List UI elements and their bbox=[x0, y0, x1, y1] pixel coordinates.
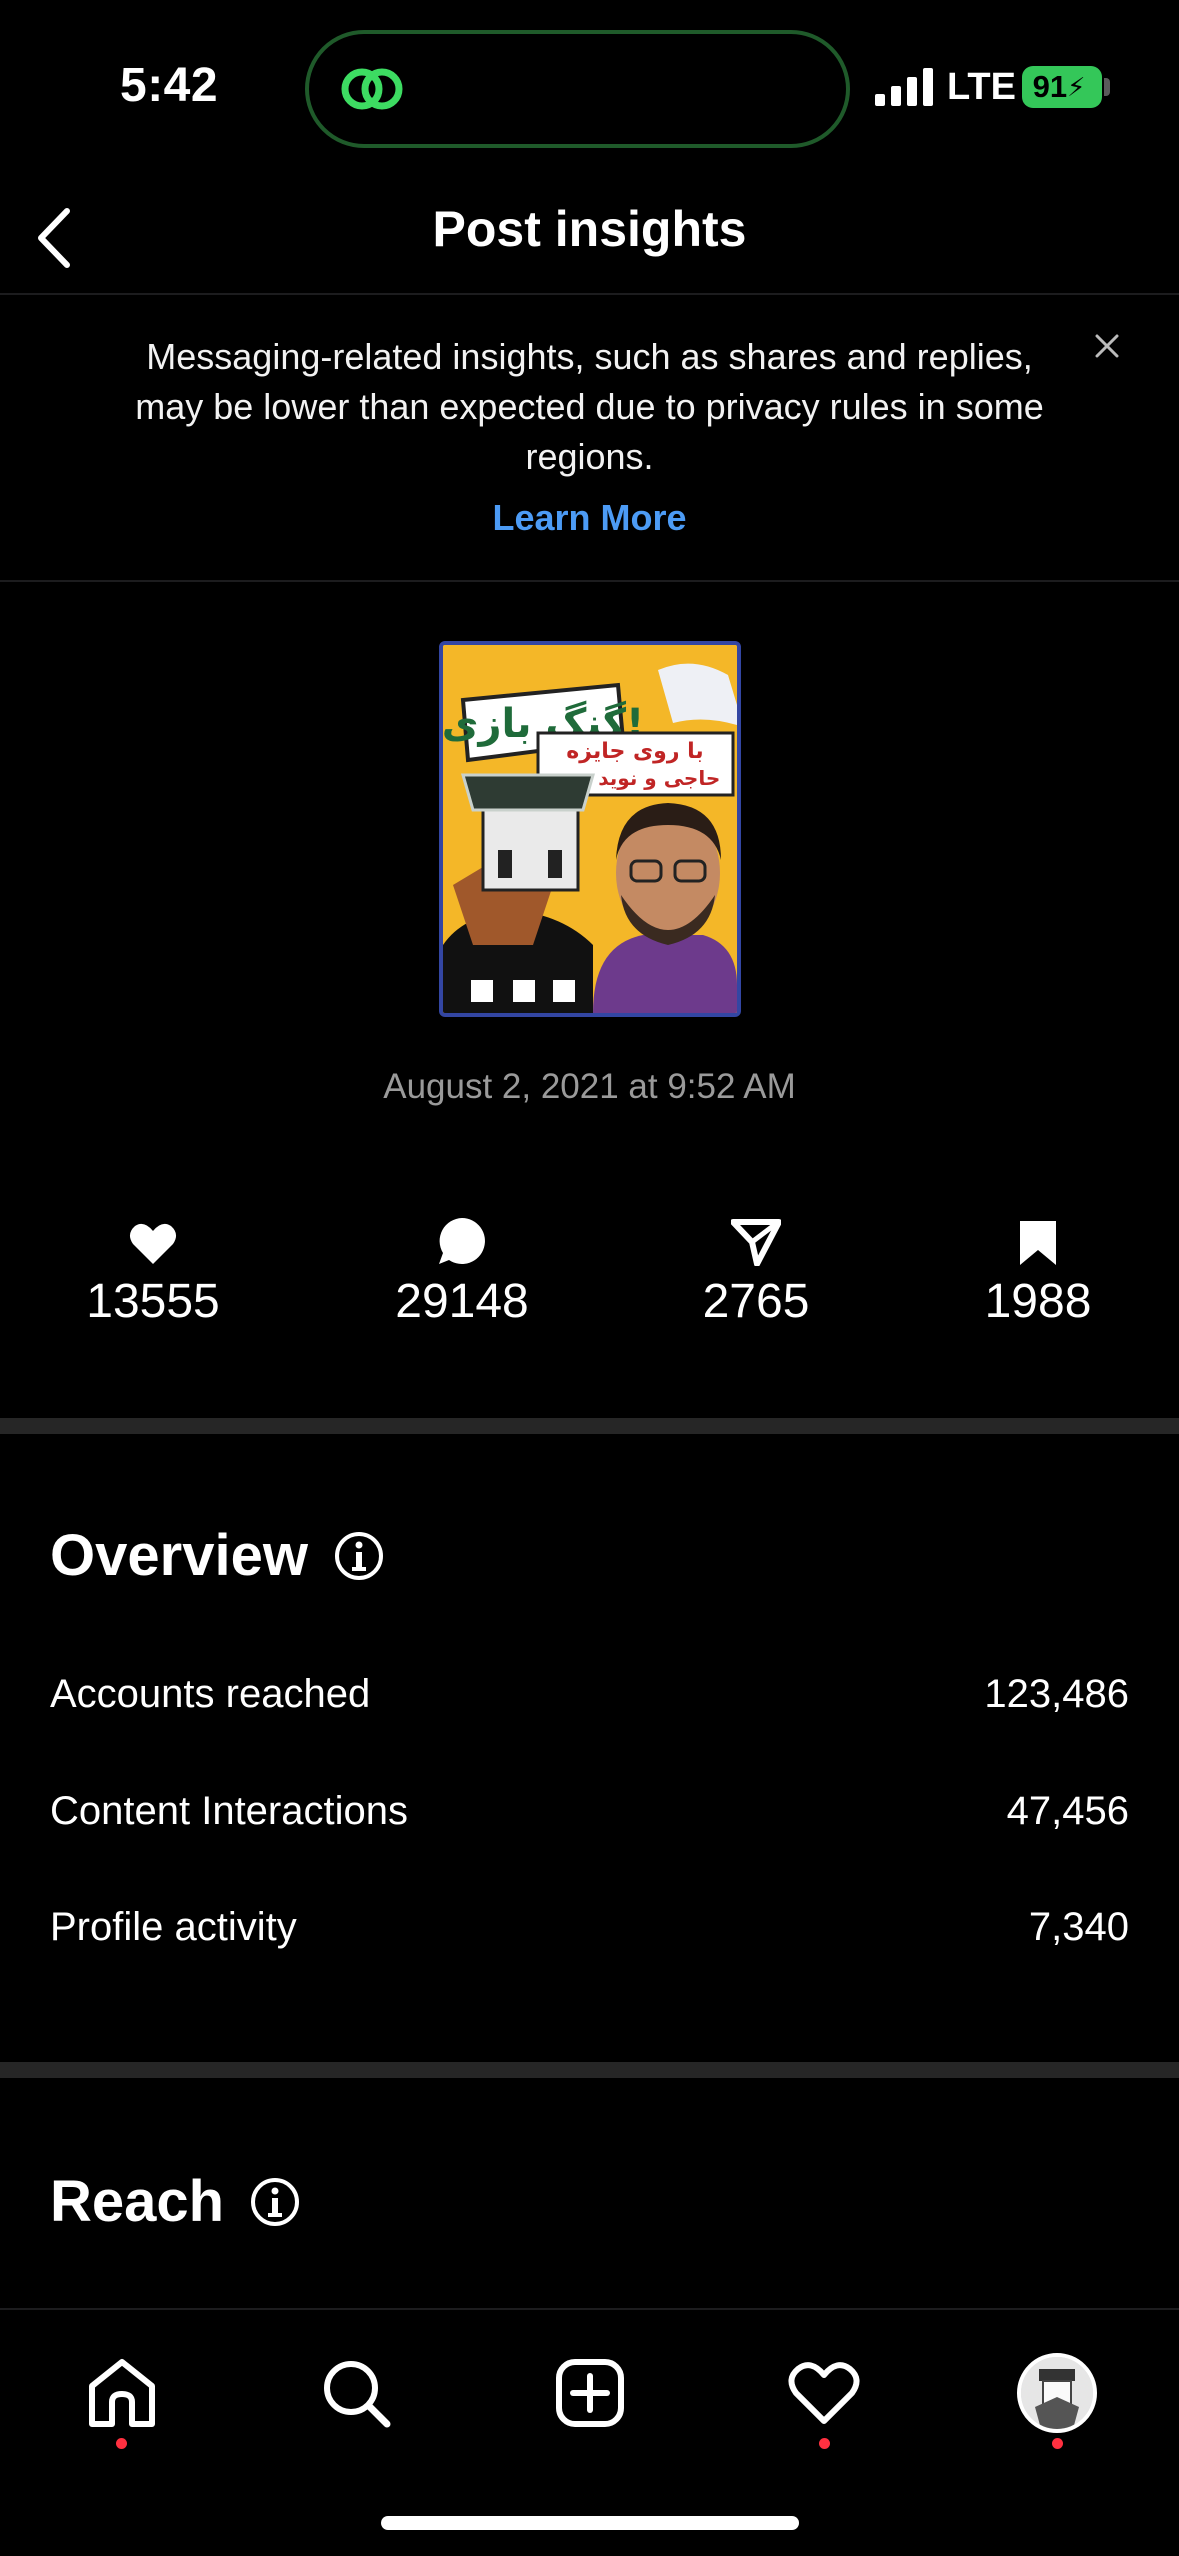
dynamic-island[interactable] bbox=[305, 30, 850, 148]
status-bar: 5:42 LTE 91 ⚡ bbox=[0, 0, 1179, 180]
close-icon bbox=[1095, 334, 1119, 358]
metric-label: Content Interactions bbox=[50, 1789, 408, 1833]
threads-link-icon bbox=[341, 68, 403, 110]
metric-label: Profile activity bbox=[50, 1905, 297, 1949]
home-indicator[interactable] bbox=[381, 2516, 799, 2530]
nav-activity[interactable] bbox=[779, 2348, 869, 2438]
reach-section-title: Reach bbox=[50, 2168, 300, 2235]
notice-text: Messaging-related insights, such as shar… bbox=[135, 336, 1044, 477]
overview-section-title: Overview bbox=[50, 1522, 384, 1589]
shares-count: 2765 bbox=[702, 1275, 810, 1328]
nav-create[interactable] bbox=[545, 2348, 635, 2438]
metric-value: 123,486 bbox=[984, 1672, 1129, 1716]
info-icon[interactable] bbox=[334, 1531, 384, 1581]
share-icon bbox=[731, 1219, 781, 1266]
metric-row-content-interactions[interactable]: Content Interactions 47,456 bbox=[50, 1789, 1129, 1834]
network-type: LTE bbox=[947, 66, 1016, 108]
thumbnail-subtext-1: با روی جایزه bbox=[566, 739, 703, 764]
battery-icon: 91 ⚡ bbox=[1022, 66, 1102, 108]
home-notification-dot bbox=[116, 2438, 127, 2449]
avatar bbox=[1017, 2353, 1097, 2433]
home-icon bbox=[89, 2359, 155, 2427]
profile-notification-dot bbox=[1052, 2438, 1063, 2449]
save-icon bbox=[1020, 1221, 1056, 1265]
comments-stat: 29148 bbox=[342, 1200, 582, 1329]
learn-more-link[interactable]: Learn More bbox=[0, 497, 1179, 539]
reach-title: Reach bbox=[50, 2169, 225, 2234]
likes-count: 13555 bbox=[86, 1275, 220, 1328]
metric-value: 47,456 bbox=[1006, 1789, 1129, 1833]
create-icon bbox=[556, 2359, 624, 2427]
status-time: 5:42 bbox=[120, 59, 219, 112]
header: Post insights bbox=[0, 180, 1179, 295]
close-notice-button[interactable] bbox=[1086, 325, 1128, 367]
metric-value: 7,340 bbox=[1028, 1905, 1129, 1949]
page-title: Post insights bbox=[432, 201, 747, 257]
comments-count: 29148 bbox=[395, 1275, 529, 1328]
heart-outline-icon bbox=[788, 2362, 860, 2424]
post-thumbnail[interactable]: گنگ بازی! با روی جایزه حاجی و نوید تیمز bbox=[439, 641, 741, 1017]
battery-tip bbox=[1104, 78, 1110, 96]
shares-stat: 2765 bbox=[636, 1200, 876, 1329]
overview-title: Overview bbox=[50, 1523, 308, 1588]
signal-icon bbox=[875, 68, 933, 106]
search-icon bbox=[324, 2361, 391, 2428]
engagement-stats: 13555 29148 2765 1988 bbox=[0, 1200, 1179, 1330]
privacy-notice: Messaging-related insights, such as shar… bbox=[0, 297, 1179, 582]
section-divider bbox=[0, 1418, 1179, 1434]
saves-stat: 1988 bbox=[918, 1200, 1158, 1329]
saves-count: 1988 bbox=[984, 1275, 1092, 1328]
metric-label: Accounts reached bbox=[50, 1672, 371, 1716]
metric-row-profile-activity[interactable]: Profile activity 7,340 bbox=[50, 1905, 1129, 1950]
post-date: August 2, 2021 at 9:52 AM bbox=[383, 1067, 796, 1106]
metric-row-accounts-reached[interactable]: Accounts reached 123,486 bbox=[50, 1672, 1129, 1717]
nav-home[interactable] bbox=[77, 2348, 167, 2438]
likes-stat: 13555 bbox=[33, 1200, 273, 1329]
heart-icon bbox=[129, 1223, 177, 1264]
comment-icon bbox=[439, 1218, 485, 1264]
battery-level: 91 bbox=[1032, 69, 1068, 104]
nav-profile[interactable] bbox=[1012, 2348, 1102, 2438]
section-divider bbox=[0, 2062, 1179, 2078]
nav-search[interactable] bbox=[311, 2348, 401, 2438]
info-icon[interactable] bbox=[250, 2177, 300, 2227]
activity-notification-dot bbox=[819, 2438, 830, 2449]
